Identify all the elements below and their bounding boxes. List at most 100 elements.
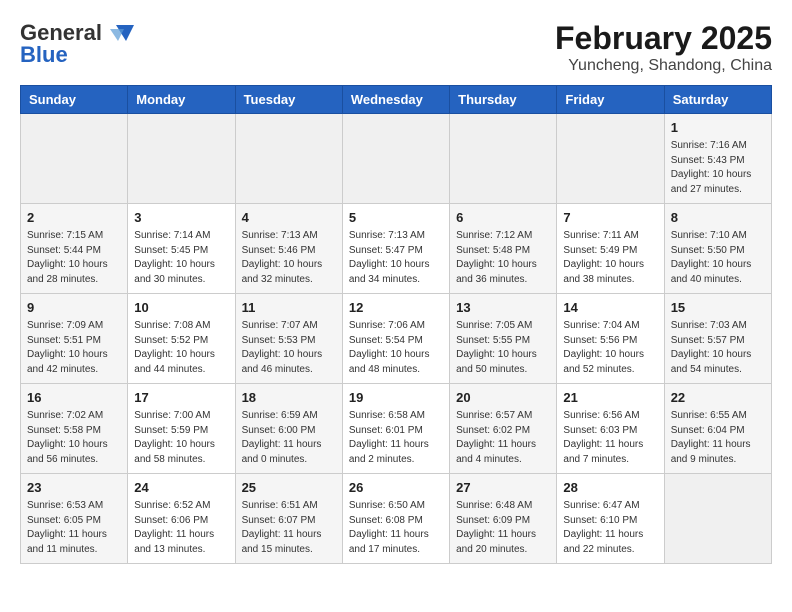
- day-info: Sunrise: 7:07 AM Sunset: 5:53 PM Dayligh…: [242, 319, 336, 377]
- day-info: Sunrise: 7:10 AM Sunset: 5:50 PM Dayligh…: [671, 229, 765, 287]
- day-info: Sunrise: 6:55 AM Sunset: 6:04 PM Dayligh…: [671, 409, 765, 467]
- logo-blue-text: Blue: [20, 42, 68, 68]
- weekday-tuesday: Tuesday: [235, 86, 342, 114]
- day-number: 19: [349, 389, 443, 407]
- day-number: 20: [456, 389, 550, 407]
- day-cell: 10 Sunrise: 7:08 AM Sunset: 5:52 PM Dayli…: [128, 294, 235, 384]
- day-info: Sunrise: 7:11 AM Sunset: 5:49 PM Dayligh…: [563, 229, 657, 287]
- day-info: Sunrise: 6:59 AM Sunset: 6:00 PM Dayligh…: [242, 409, 336, 467]
- day-info: Sunrise: 6:53 AM Sunset: 6:05 PM Dayligh…: [27, 499, 121, 557]
- day-cell: 18 Sunrise: 6:59 AM Sunset: 6:00 PM Dayli…: [235, 384, 342, 474]
- day-number: 23: [27, 479, 121, 497]
- day-info: Sunrise: 7:15 AM Sunset: 5:44 PM Dayligh…: [27, 229, 121, 287]
- day-info: Sunrise: 7:13 AM Sunset: 5:47 PM Dayligh…: [349, 229, 443, 287]
- week-row-3: 9 Sunrise: 7:09 AM Sunset: 5:51 PM Daylig…: [21, 294, 772, 384]
- day-cell: 28 Sunrise: 6:47 AM Sunset: 6:10 PM Dayli…: [557, 474, 664, 564]
- day-cell: 21 Sunrise: 6:56 AM Sunset: 6:03 PM Dayli…: [557, 384, 664, 474]
- day-cell: 12 Sunrise: 7:06 AM Sunset: 5:54 PM Dayli…: [342, 294, 449, 384]
- weekday-wednesday: Wednesday: [342, 86, 449, 114]
- day-cell: 9 Sunrise: 7:09 AM Sunset: 5:51 PM Daylig…: [21, 294, 128, 384]
- day-info: Sunrise: 7:14 AM Sunset: 5:45 PM Dayligh…: [134, 229, 228, 287]
- day-number: 7: [563, 209, 657, 227]
- day-info: Sunrise: 7:06 AM Sunset: 5:54 PM Dayligh…: [349, 319, 443, 377]
- day-cell: [128, 114, 235, 204]
- day-number: 21: [563, 389, 657, 407]
- day-number: 15: [671, 299, 765, 317]
- day-cell: 3 Sunrise: 7:14 AM Sunset: 5:45 PM Daylig…: [128, 204, 235, 294]
- weekday-saturday: Saturday: [664, 86, 771, 114]
- day-info: Sunrise: 7:05 AM Sunset: 5:55 PM Dayligh…: [456, 319, 550, 377]
- day-cell: 16Sunrise: 7:02 AM Sunset: 5:58 PM Dayli…: [21, 384, 128, 474]
- day-number: 9: [27, 299, 121, 317]
- page-subtitle: Yuncheng, Shandong, China: [555, 57, 772, 75]
- day-number: 24: [134, 479, 228, 497]
- day-cell: 27 Sunrise: 6:48 AM Sunset: 6:09 PM Dayli…: [450, 474, 557, 564]
- day-cell: 6Sunrise: 7:12 AM Sunset: 5:48 PM Daylig…: [450, 204, 557, 294]
- day-cell: 13 Sunrise: 7:05 AM Sunset: 5:55 PM Dayli…: [450, 294, 557, 384]
- day-cell: 7 Sunrise: 7:11 AM Sunset: 5:49 PM Daylig…: [557, 204, 664, 294]
- day-cell: 11 Sunrise: 7:07 AM Sunset: 5:53 PM Dayli…: [235, 294, 342, 384]
- day-cell: 22Sunrise: 6:55 AM Sunset: 6:04 PM Dayli…: [664, 384, 771, 474]
- day-number: 13: [456, 299, 550, 317]
- day-cell: [342, 114, 449, 204]
- day-number: 3: [134, 209, 228, 227]
- day-info: Sunrise: 7:13 AM Sunset: 5:46 PM Dayligh…: [242, 229, 336, 287]
- week-row-5: 23 Sunrise: 6:53 AM Sunset: 6:05 PM Dayli…: [21, 474, 772, 564]
- day-cell: 8 Sunrise: 7:10 AM Sunset: 5:50 PM Daylig…: [664, 204, 771, 294]
- day-cell: [21, 114, 128, 204]
- day-number: 10: [134, 299, 228, 317]
- day-number: 8: [671, 209, 765, 227]
- day-number: 27: [456, 479, 550, 497]
- day-info: Sunrise: 6:47 AM Sunset: 6:10 PM Dayligh…: [563, 499, 657, 557]
- day-cell: [664, 474, 771, 564]
- day-cell: 15Sunrise: 7:03 AM Sunset: 5:57 PM Dayli…: [664, 294, 771, 384]
- day-info: Sunrise: 6:48 AM Sunset: 6:09 PM Dayligh…: [456, 499, 550, 557]
- weekday-header-row: SundayMondayTuesdayWednesdayThursdayFrid…: [21, 86, 772, 114]
- day-cell: 19 Sunrise: 6:58 AM Sunset: 6:01 PM Dayli…: [342, 384, 449, 474]
- day-number: 12: [349, 299, 443, 317]
- week-row-1: 1 Sunrise: 7:16 AM Sunset: 5:43 PM Daylig…: [21, 114, 772, 204]
- day-cell: [450, 114, 557, 204]
- weekday-monday: Monday: [128, 86, 235, 114]
- day-info: Sunrise: 7:00 AM Sunset: 5:59 PM Dayligh…: [134, 409, 228, 467]
- day-cell: 17 Sunrise: 7:00 AM Sunset: 5:59 PM Dayli…: [128, 384, 235, 474]
- day-cell: 5 Sunrise: 7:13 AM Sunset: 5:47 PM Daylig…: [342, 204, 449, 294]
- day-cell: 23 Sunrise: 6:53 AM Sunset: 6:05 PM Dayli…: [21, 474, 128, 564]
- day-number: 14: [563, 299, 657, 317]
- day-number: 11: [242, 299, 336, 317]
- day-info: Sunrise: 7:09 AM Sunset: 5:51 PM Dayligh…: [27, 319, 121, 377]
- day-number: 26: [349, 479, 443, 497]
- page-header: General Blue February 2025 Yuncheng, Sha…: [20, 20, 772, 75]
- day-number: 25: [242, 479, 336, 497]
- calendar-table: SundayMondayTuesdayWednesdayThursdayFrid…: [20, 85, 772, 564]
- day-info: Sunrise: 6:50 AM Sunset: 6:08 PM Dayligh…: [349, 499, 443, 557]
- week-row-4: 16Sunrise: 7:02 AM Sunset: 5:58 PM Dayli…: [21, 384, 772, 474]
- day-cell: 26 Sunrise: 6:50 AM Sunset: 6:08 PM Dayli…: [342, 474, 449, 564]
- week-row-2: 2 Sunrise: 7:15 AM Sunset: 5:44 PM Daylig…: [21, 204, 772, 294]
- day-number: 17: [134, 389, 228, 407]
- day-cell: 1 Sunrise: 7:16 AM Sunset: 5:43 PM Daylig…: [664, 114, 771, 204]
- logo: General Blue: [20, 20, 134, 68]
- day-number: 18: [242, 389, 336, 407]
- day-number: 5: [349, 209, 443, 227]
- day-info: Sunrise: 7:08 AM Sunset: 5:52 PM Dayligh…: [134, 319, 228, 377]
- day-info: Sunrise: 6:52 AM Sunset: 6:06 PM Dayligh…: [134, 499, 228, 557]
- day-number: 28: [563, 479, 657, 497]
- day-info: Sunrise: 6:56 AM Sunset: 6:03 PM Dayligh…: [563, 409, 657, 467]
- day-info: Sunrise: 7:16 AM Sunset: 5:43 PM Dayligh…: [671, 139, 765, 197]
- title-block: February 2025 Yuncheng, Shandong, China: [555, 20, 772, 75]
- day-number: 1: [671, 119, 765, 137]
- day-cell: 24 Sunrise: 6:52 AM Sunset: 6:06 PM Dayli…: [128, 474, 235, 564]
- logo-icon: [106, 23, 134, 43]
- weekday-thursday: Thursday: [450, 86, 557, 114]
- day-info: Sunrise: 6:51 AM Sunset: 6:07 PM Dayligh…: [242, 499, 336, 557]
- day-info: Sunrise: 6:58 AM Sunset: 6:01 PM Dayligh…: [349, 409, 443, 467]
- day-info: Sunrise: 7:02 AM Sunset: 5:58 PM Dayligh…: [27, 409, 121, 467]
- day-cell: [557, 114, 664, 204]
- day-cell: 2 Sunrise: 7:15 AM Sunset: 5:44 PM Daylig…: [21, 204, 128, 294]
- page-title: February 2025: [555, 20, 772, 57]
- day-cell: 20Sunrise: 6:57 AM Sunset: 6:02 PM Dayli…: [450, 384, 557, 474]
- day-info: Sunrise: 7:12 AM Sunset: 5:48 PM Dayligh…: [456, 229, 550, 287]
- day-info: Sunrise: 7:04 AM Sunset: 5:56 PM Dayligh…: [563, 319, 657, 377]
- day-number: 2: [27, 209, 121, 227]
